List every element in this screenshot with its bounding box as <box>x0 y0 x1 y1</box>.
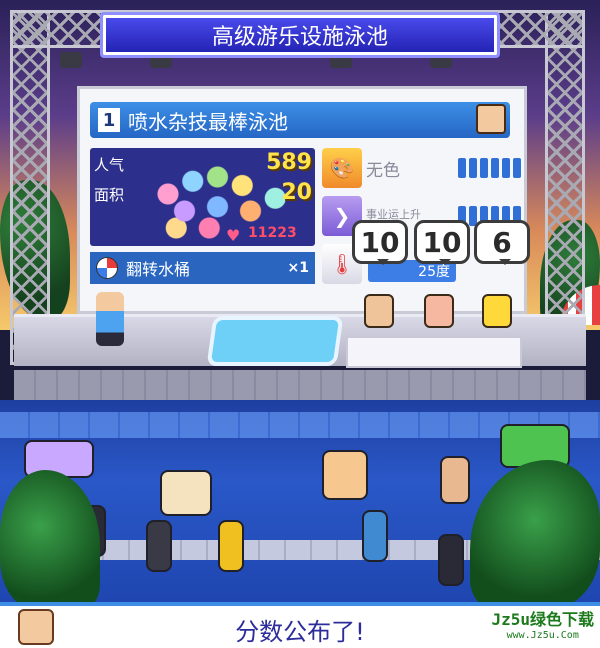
swimmer-character <box>440 456 470 504</box>
hearts-value: 11223 <box>248 225 297 241</box>
item-row[interactable]: 翻转水桶 ×1 <box>90 252 315 284</box>
stage-front <box>14 370 586 400</box>
spotlight-icon <box>60 52 82 68</box>
popularity-value: 589 <box>266 150 312 175</box>
watermark-sub: www.Jz5u.Com <box>506 630 579 641</box>
facility-name: 喷水杂技最棒泳池 <box>128 109 288 134</box>
host-character <box>96 292 124 346</box>
color-attribute: 无色 <box>366 161 400 181</box>
ranking-bar: 1 喷水杂技最棒泳池 <box>90 102 510 138</box>
judge-score-3: 6 <box>474 220 530 265</box>
rank-number: 1 <box>98 108 120 132</box>
beach-ball-icon <box>96 257 118 279</box>
color-meter <box>458 158 521 178</box>
swan-float-swimmer <box>160 470 212 516</box>
judge-character <box>424 294 454 328</box>
contest-title-banner: 高级游乐设施泳池 <box>100 12 500 58</box>
stage-truss-left <box>10 10 50 365</box>
judge-score-1: 10 <box>352 220 408 265</box>
photographer-character <box>438 534 464 586</box>
photographer-character <box>362 510 388 562</box>
judge-character <box>482 294 512 328</box>
area-label: 面积 <box>94 186 125 204</box>
ring-swimmer <box>322 450 368 500</box>
photographer-character <box>146 520 172 572</box>
heart-icon: ♥ <box>226 226 241 245</box>
judge-score-2: 10 <box>414 220 470 265</box>
watermark: Jz5u绿色下载 www.Jz5u.Com <box>491 606 594 641</box>
item-count: ×1 <box>287 260 309 276</box>
photographer-character <box>218 520 244 572</box>
judge-table <box>346 336 522 368</box>
watermark-main: Jz5u绿色下载 <box>491 610 594 629</box>
palette-icon: 🎨 <box>322 148 362 188</box>
area-value: 20 <box>281 180 312 205</box>
item-name: 翻转水桶 <box>126 260 191 279</box>
judge-character <box>364 294 394 328</box>
host-avatar <box>476 104 506 134</box>
stage-truss-right <box>545 10 585 365</box>
stage-pool <box>206 316 344 366</box>
popularity-label: 人气 <box>94 156 125 174</box>
